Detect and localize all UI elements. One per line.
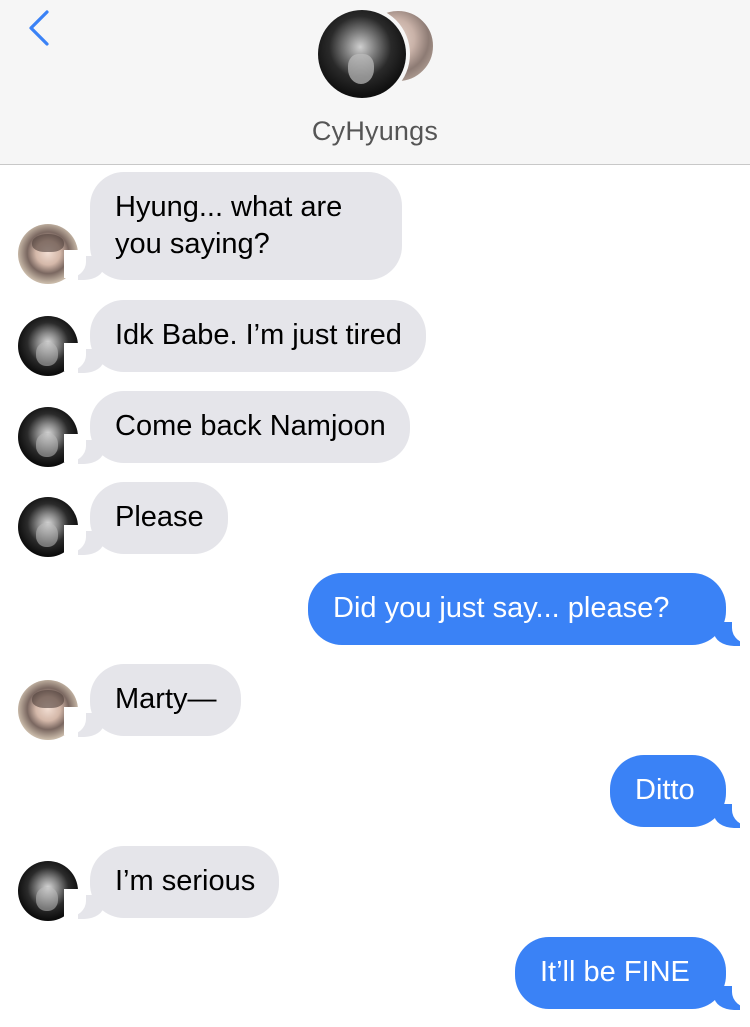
message-bubble-incoming[interactable]: Hyung... what are you saying? — [90, 172, 402, 280]
chevron-left-icon[interactable] — [22, 8, 62, 48]
message-bubble-outgoing[interactable]: Did you just say... please? — [308, 573, 726, 645]
message-text: Idk Babe. I’m just tired — [115, 319, 402, 351]
message-text: I’m serious — [115, 865, 256, 897]
message-bubble-incoming[interactable]: Marty— — [90, 664, 241, 736]
message-bubble-incoming[interactable]: Come back Namjoon — [90, 391, 410, 463]
message-text: Hyung... what are you saying? — [115, 191, 343, 260]
back-button[interactable] — [22, 8, 62, 48]
group-member-avatar-primary — [314, 6, 410, 102]
group-avatar[interactable] — [314, 6, 438, 102]
message-bubble-outgoing[interactable]: It’ll be FINE — [515, 937, 726, 1009]
message-bubble-incoming[interactable]: Idk Babe. I’m just tired — [90, 300, 426, 372]
message-bubble-incoming[interactable]: Please — [90, 482, 228, 554]
message-text: Come back Namjoon — [115, 410, 386, 442]
message-text: Please — [115, 501, 204, 533]
message-text: It’ll be FINE — [540, 956, 690, 988]
message-bubble-outgoing[interactable]: Ditto — [610, 755, 726, 827]
conversation-header: CyHyungs — [0, 0, 750, 165]
conversation-title[interactable]: CyHyungs — [0, 116, 750, 147]
message-bubble-incoming[interactable]: I’m serious — [90, 846, 280, 918]
message-text: Marty— — [115, 683, 217, 715]
message-text: Did you just say... please? — [333, 592, 670, 624]
message-text: Ditto — [635, 774, 695, 806]
